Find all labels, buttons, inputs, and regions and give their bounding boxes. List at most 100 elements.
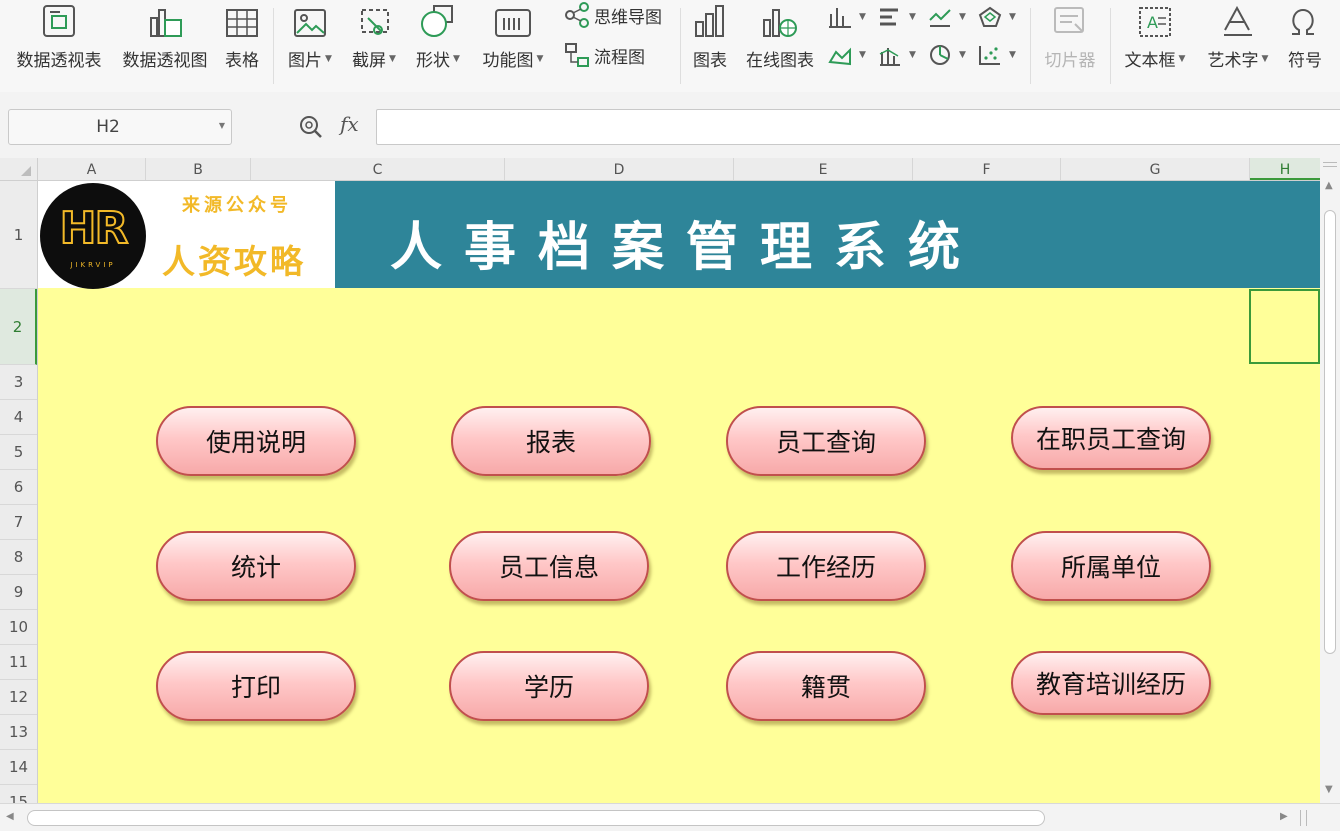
formula-input[interactable]	[376, 109, 1340, 145]
row-header[interactable]: 14	[0, 750, 37, 785]
row-header[interactable]: 8	[0, 540, 37, 575]
combo-chart-dropdown[interactable]: ▼	[878, 40, 916, 70]
print-button[interactable]: 打印	[156, 651, 356, 721]
function-chart-icon	[495, 9, 531, 37]
select-all-corner[interactable]	[0, 158, 38, 180]
picture-button[interactable]: 图片 ▼	[284, 0, 336, 92]
split-handle[interactable]	[1300, 810, 1301, 826]
function-fx-icon[interactable]: fx	[340, 112, 359, 136]
chevron-down-icon[interactable]: ▼	[219, 121, 225, 130]
dropdown-caret-icon: ▼	[909, 50, 916, 60]
art-text-icon	[1224, 6, 1252, 36]
dropdown-caret-icon: ▼	[1009, 50, 1016, 60]
dropdown-caret-icon: ▼	[1178, 53, 1186, 64]
column-header-d[interactable]: D	[505, 158, 734, 180]
row-header[interactable]: 5	[0, 435, 37, 470]
symbol-button[interactable]: 符号	[1288, 0, 1340, 92]
slicer-button: 切片器	[1040, 0, 1100, 92]
textbox-icon: A	[1139, 7, 1171, 37]
split-handle[interactable]	[1306, 810, 1307, 826]
row-header[interactable]: 3	[0, 365, 37, 400]
employee-info-button[interactable]: 员工信息	[449, 531, 649, 601]
column-chart-dropdown[interactable]: ▼	[828, 2, 866, 32]
mind-map-button[interactable]: 思维导图	[564, 0, 662, 30]
ribbon-separator	[680, 8, 681, 84]
dropdown-caret-icon: ▼	[453, 53, 460, 64]
training-history-button[interactable]: 教育培训经历	[1011, 651, 1211, 715]
pie-chart-dropdown[interactable]: ▼	[928, 40, 966, 70]
dropdown-caret-icon: ▼	[859, 50, 866, 60]
column-header-c[interactable]: C	[251, 158, 505, 180]
bar-chart-dropdown[interactable]: ▼	[878, 2, 916, 32]
vertical-scroll-thumb[interactable]	[1324, 210, 1336, 654]
row-headers: 1 2 3 4 5 6 7 8 9 10 11 12 13 14 15	[0, 181, 38, 803]
horizontal-scrollbar[interactable]: ◀ ▶	[0, 803, 1340, 831]
radar-chart-dropdown[interactable]: ▼	[978, 2, 1016, 32]
ribbon-separator	[1030, 8, 1031, 84]
table-button[interactable]: 表格	[222, 0, 262, 92]
dropdown-caret-icon: ▼	[909, 12, 916, 22]
employee-query-button[interactable]: 员工查询	[726, 406, 926, 476]
zoom-magnifier-icon[interactable]	[298, 114, 324, 140]
work-experience-button[interactable]: 工作经历	[726, 531, 926, 601]
mind-map-icon	[565, 2, 589, 28]
textbox-button[interactable]: A 文本框 ▼	[1120, 0, 1190, 92]
scroll-up-arrow-icon[interactable]: ▲	[1325, 180, 1333, 191]
chart-button[interactable]: 图表	[688, 0, 732, 92]
row-header[interactable]: 13	[0, 715, 37, 750]
vertical-scrollbar[interactable]: ▲ ▼	[1320, 158, 1340, 803]
scroll-right-arrow-icon[interactable]: ▶	[1280, 811, 1288, 822]
scroll-down-arrow-icon[interactable]: ▼	[1325, 784, 1333, 795]
art-text-button[interactable]: 艺术字 ▼	[1202, 0, 1274, 92]
split-handle[interactable]	[1323, 162, 1337, 163]
row-header[interactable]: 6	[0, 470, 37, 505]
row-header[interactable]: 10	[0, 610, 37, 645]
selected-cell-h2[interactable]	[1249, 289, 1320, 364]
column-header-a[interactable]: A	[38, 158, 146, 180]
scatter-chart-dropdown[interactable]: ▼	[978, 40, 1016, 70]
row-header[interactable]: 12	[0, 680, 37, 715]
department-button[interactable]: 所属单位	[1011, 531, 1211, 601]
scroll-left-arrow-icon[interactable]: ◀	[6, 811, 14, 822]
logo-panel: HR JIKRVIP 来源公众号 人资攻略	[38, 181, 335, 289]
flowchart-button[interactable]: 流程图	[564, 40, 645, 70]
native-place-button[interactable]: 籍贯	[726, 651, 926, 721]
column-header-e[interactable]: E	[734, 158, 913, 180]
shape-icon	[421, 5, 453, 37]
line-chart-dropdown[interactable]: ▼	[928, 2, 966, 32]
column-header-b[interactable]: B	[146, 158, 251, 180]
pivot-table-icon	[43, 5, 75, 37]
row-header[interactable]: 11	[0, 645, 37, 680]
education-button[interactable]: 学历	[449, 651, 649, 721]
statistics-button[interactable]: 统计	[156, 531, 356, 601]
column-header-g[interactable]: G	[1061, 158, 1250, 180]
formula-bar: H2 ▼ fx	[0, 92, 1340, 158]
row-header[interactable]: 1	[0, 181, 37, 289]
horizontal-scroll-thumb[interactable]	[27, 810, 1045, 826]
dropdown-caret-icon: ▼	[859, 12, 866, 22]
worksheet[interactable]: HR JIKRVIP 来源公众号 人资攻略 人事档案管理系统 使用说明 报表 员…	[38, 181, 1320, 803]
area-chart-dropdown[interactable]: ▼	[828, 40, 866, 70]
name-box[interactable]: H2 ▼	[8, 109, 232, 145]
online-chart-button[interactable]: 在线图表	[742, 0, 818, 92]
report-button[interactable]: 报表	[451, 406, 651, 476]
pie-chart-icon	[930, 45, 950, 65]
row-header[interactable]: 15	[0, 785, 37, 803]
pivot-table-button[interactable]: 数据透视表	[12, 0, 106, 92]
row-header[interactable]: 4	[0, 400, 37, 435]
row-header[interactable]: 7	[0, 505, 37, 540]
screenshot-button[interactable]: 截屏 ▼	[348, 0, 400, 92]
svg-text:A: A	[1147, 13, 1158, 32]
split-handle[interactable]	[1323, 166, 1337, 167]
column-header-h[interactable]: H	[1250, 158, 1320, 180]
source-name: 人资攻略	[162, 242, 306, 281]
active-employee-query-button[interactable]: 在职员工查询	[1011, 406, 1211, 470]
column-headers: A B C D E F G H	[0, 158, 1320, 181]
row-header[interactable]: 9	[0, 575, 37, 610]
pivot-chart-button[interactable]: 数据透视图	[118, 0, 212, 92]
row-header[interactable]: 2	[0, 289, 37, 365]
column-header-f[interactable]: F	[913, 158, 1061, 180]
shape-button[interactable]: 形状 ▼	[412, 0, 464, 92]
function-chart-button[interactable]: 功能图 ▼	[478, 0, 548, 92]
usage-instructions-button[interactable]: 使用说明	[156, 406, 356, 476]
